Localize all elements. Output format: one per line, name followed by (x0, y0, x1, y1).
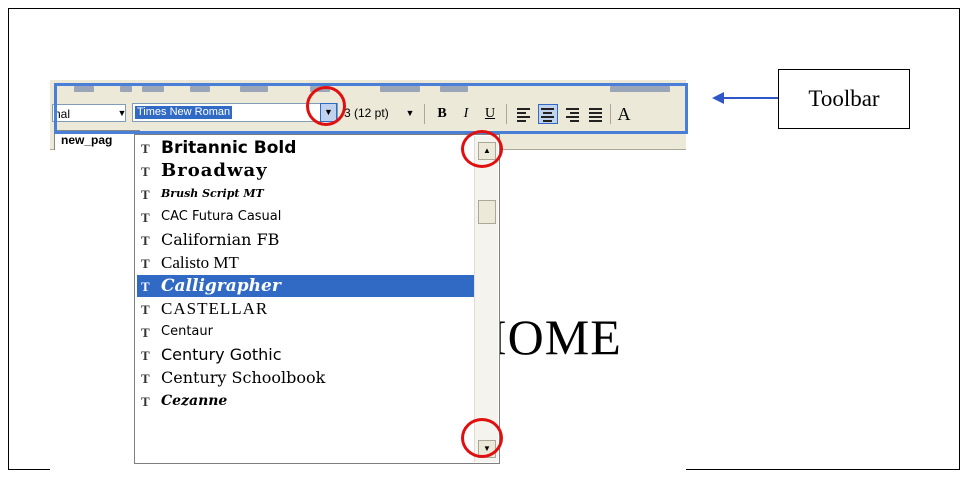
truetype-icon: T (141, 164, 150, 179)
truetype-icon: T (141, 141, 150, 156)
annotation-circle (461, 130, 503, 168)
scroll-thumb[interactable] (478, 200, 496, 224)
font-list-item[interactable]: T Cezanne (137, 390, 477, 412)
truetype-icon: T (141, 210, 150, 225)
truetype-icon: T (141, 394, 150, 409)
font-list-item[interactable]: T CAC Futura Casual (137, 206, 477, 228)
truetype-icon: T (141, 302, 150, 317)
font-list-item-label: Centaur (161, 324, 213, 339)
dropdown-scrollbar[interactable]: ▲ ▼ (474, 136, 498, 462)
truetype-icon: T (141, 187, 150, 202)
toolbar-callout-label: Toolbar (778, 69, 910, 129)
truetype-icon: T (141, 256, 150, 271)
font-list-item[interactable]: T Century Gothic (137, 344, 477, 366)
annotation-circle (461, 418, 503, 458)
truetype-icon: T (141, 279, 150, 294)
document-heading: IOME (490, 309, 622, 365)
font-list-item[interactable]: T CASTELLAR (137, 298, 477, 320)
font-list-item-label: Californian FB (161, 230, 280, 249)
font-list-item-label: Calisto MT (161, 253, 239, 272)
font-dropdown-list: T Britannic Bold T Broadway T Brush Script MT… (134, 134, 500, 464)
font-list-item[interactable]: T Calisto MT (137, 252, 477, 274)
font-list-item[interactable]: T Brush Script MT (137, 183, 477, 205)
truetype-icon: T (141, 233, 150, 248)
font-list-item[interactable]: T Century Schoolbook (137, 367, 477, 389)
font-list-item-label: Century Gothic (161, 345, 282, 364)
font-list-item[interactable]: T Britannic Bold (137, 137, 477, 159)
font-list-item-label: CASTELLAR (161, 299, 269, 318)
truetype-icon: T (141, 325, 150, 340)
font-list-item-label: Broadway (161, 160, 268, 181)
font-list-item-label: Century Schoolbook (161, 368, 326, 387)
font-list-item-label: CAC Futura Casual (161, 209, 282, 224)
font-list-item[interactable]: T Centaur (137, 321, 477, 343)
truetype-icon: T (141, 371, 150, 386)
annotation-circle (306, 86, 346, 126)
app-screenshot: nal ▼ Times New Roman ▼ 3 (12 pt) ▼ B I … (50, 80, 686, 470)
truetype-icon: T (141, 348, 150, 363)
toolbar-highlight-box (54, 83, 688, 134)
font-list-item-label: Britannic Bold (161, 138, 297, 158)
font-list-item-label: Calligrapher (161, 276, 281, 296)
callout-arrow (722, 97, 778, 99)
font-list-item[interactable]: T Californian FB (137, 229, 477, 251)
font-list-item-label: Cezanne (161, 393, 228, 409)
font-list-item[interactable]: T Broadway (137, 160, 477, 182)
font-list-item[interactable]: T Calligrapher (137, 275, 477, 297)
font-list-item-label: Brush Script MT (161, 187, 264, 200)
